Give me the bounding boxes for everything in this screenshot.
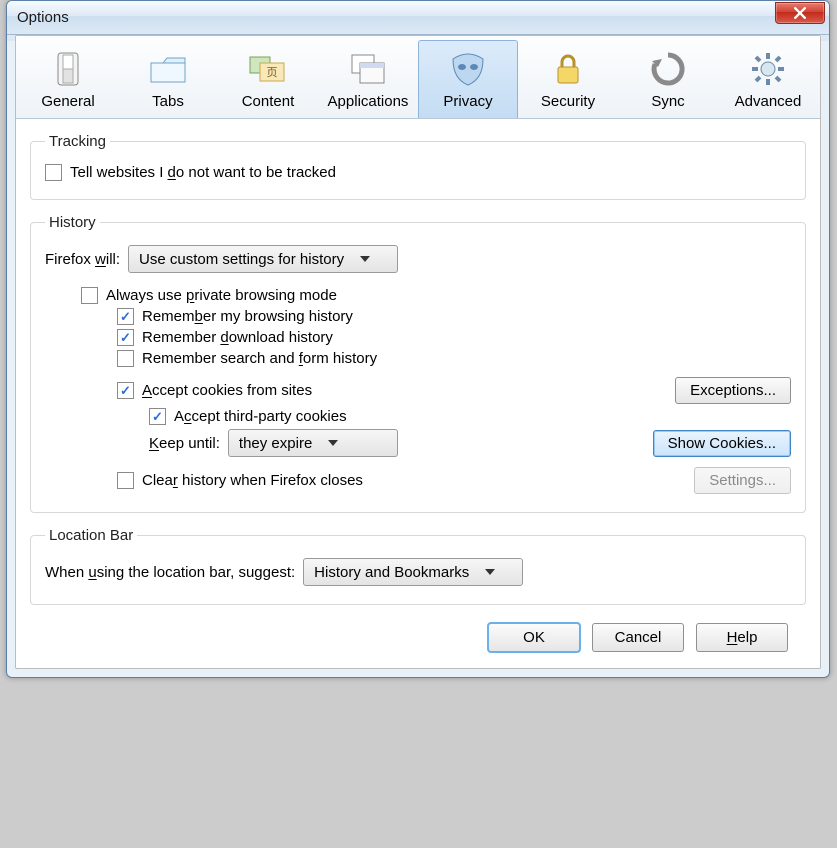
- window-title: Options: [17, 9, 775, 26]
- tab-security-label: Security: [541, 93, 595, 110]
- firefox-will-label: Firefox will:: [45, 251, 120, 268]
- tracking-legend: Tracking: [45, 133, 110, 150]
- tab-applications-label: Applications: [328, 93, 409, 110]
- folder-icon: [144, 47, 192, 91]
- accept-cookies-label: Accept cookies from sites: [142, 382, 312, 399]
- clear-history-label: Clear history when Firefox closes: [142, 472, 363, 489]
- show-cookies-button[interactable]: Show Cookies...: [653, 430, 791, 457]
- remember-download-checkbox[interactable]: [117, 329, 134, 346]
- category-toolbar: General Tabs 页 Content Applications: [16, 36, 820, 119]
- location-bar-group: Location Bar When using the location bar…: [30, 527, 806, 605]
- tab-general[interactable]: General: [18, 40, 118, 118]
- dialog-footer: OK Cancel Help: [30, 619, 806, 652]
- tab-sync-label: Sync: [651, 93, 684, 110]
- content-icon: 页: [244, 47, 292, 91]
- svg-text:页: 页: [267, 67, 278, 79]
- remember-form-checkbox[interactable]: [117, 350, 134, 367]
- lock-icon: [544, 47, 592, 91]
- sync-icon: [644, 47, 692, 91]
- remember-download-label: Remember download history: [142, 329, 333, 346]
- tab-advanced-label: Advanced: [735, 93, 802, 110]
- tab-content[interactable]: 页 Content: [218, 40, 318, 118]
- close-icon: [794, 7, 806, 19]
- tab-privacy-label: Privacy: [443, 93, 492, 110]
- accept-third-party-checkbox[interactable]: [149, 408, 166, 425]
- location-suggest-dropdown[interactable]: History and Bookmarks: [303, 558, 523, 586]
- cancel-button[interactable]: Cancel: [592, 623, 684, 652]
- always-private-checkbox[interactable]: [81, 287, 98, 304]
- chevron-down-icon: [485, 569, 495, 575]
- privacy-panel: Tracking Tell websites I do not want to …: [16, 119, 820, 656]
- location-suggest-label: When using the location bar, suggest:: [45, 564, 295, 581]
- clear-settings-button: Settings...: [694, 467, 791, 494]
- tab-tabs-label: Tabs: [152, 93, 184, 110]
- accept-third-party-label: Accept third-party cookies: [174, 408, 347, 425]
- keep-until-dropdown[interactable]: they expire: [228, 429, 398, 457]
- remember-browsing-checkbox[interactable]: [117, 308, 134, 325]
- accept-cookies-checkbox[interactable]: [117, 382, 134, 399]
- chevron-down-icon: [360, 256, 370, 262]
- clear-history-checkbox[interactable]: [117, 472, 134, 489]
- tab-privacy[interactable]: Privacy: [418, 40, 518, 118]
- options-window: Options General Tabs 页: [6, 0, 830, 678]
- remember-browsing-label: Remember my browsing history: [142, 308, 353, 325]
- dnt-checkbox[interactable]: [45, 164, 62, 181]
- ok-button[interactable]: OK: [488, 623, 580, 652]
- history-legend: History: [45, 214, 100, 231]
- tab-sync[interactable]: Sync: [618, 40, 718, 118]
- tab-security[interactable]: Security: [518, 40, 618, 118]
- tab-advanced[interactable]: Advanced: [718, 40, 818, 118]
- chevron-down-icon: [328, 440, 338, 446]
- location-suggest-value: History and Bookmarks: [314, 564, 469, 581]
- gear-icon: [744, 47, 792, 91]
- tab-tabs[interactable]: Tabs: [118, 40, 218, 118]
- location-legend: Location Bar: [45, 527, 137, 544]
- switch-icon: [44, 47, 92, 91]
- always-private-label: Always use private browsing mode: [106, 287, 337, 304]
- tab-content-label: Content: [242, 93, 295, 110]
- applications-icon: [344, 47, 392, 91]
- client-area: General Tabs 页 Content Applications: [15, 35, 821, 669]
- keep-until-value: they expire: [239, 435, 312, 452]
- history-mode-value: Use custom settings for history: [139, 251, 344, 268]
- history-mode-dropdown[interactable]: Use custom settings for history: [128, 245, 398, 273]
- mask-icon: [444, 47, 492, 91]
- tab-general-label: General: [41, 93, 94, 110]
- tab-applications[interactable]: Applications: [318, 40, 418, 118]
- remember-form-label: Remember search and form history: [142, 350, 377, 367]
- help-button[interactable]: Help: [696, 623, 788, 652]
- tracking-group: Tracking Tell websites I do not want to …: [30, 133, 806, 200]
- keep-until-label: Keep until:: [149, 435, 220, 452]
- history-group: History Firefox will: Use custom setting…: [30, 214, 806, 513]
- titlebar: Options: [7, 1, 829, 35]
- exceptions-button[interactable]: Exceptions...: [675, 377, 791, 404]
- dnt-label: Tell websites I do not want to be tracke…: [70, 164, 336, 181]
- close-button[interactable]: [775, 2, 825, 24]
